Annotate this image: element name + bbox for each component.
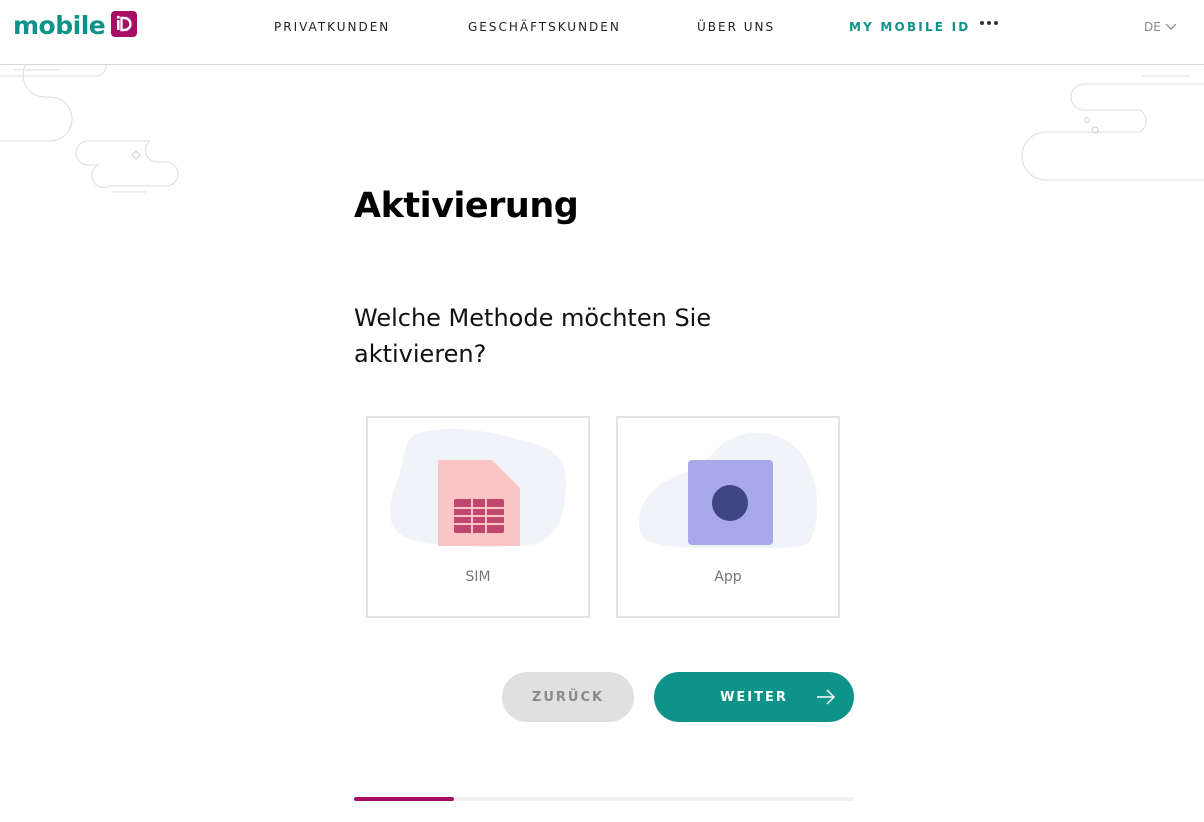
logo-text: mobile bbox=[13, 11, 106, 40]
language-selector[interactable]: DE bbox=[1144, 20, 1177, 34]
back-button[interactable]: ZURÜCK bbox=[502, 672, 634, 722]
chevron-down-icon bbox=[1165, 23, 1177, 30]
sim-card-icon bbox=[389, 428, 567, 547]
top-header: mobile PRIVATKUNDEN GESCHÄFTSKUNDEN ÜBER… bbox=[0, 0, 1204, 65]
nav-geschaeftskunden[interactable]: GESCHÄFTSKUNDEN bbox=[468, 20, 621, 34]
option-sim-label: SIM bbox=[465, 569, 491, 585]
app-icon bbox=[638, 432, 818, 549]
next-button-label: WEITER bbox=[720, 689, 788, 705]
arrow-right-icon bbox=[817, 689, 836, 705]
decorative-cloud-left bbox=[0, 64, 179, 193]
nav-privatkunden[interactable]: PRIVATKUNDEN bbox=[274, 20, 390, 34]
page-title: Aktivierung bbox=[354, 186, 579, 226]
decorative-cloud-right bbox=[1021, 75, 1204, 181]
back-button-label: ZURÜCK bbox=[531, 689, 605, 705]
progress-bar bbox=[354, 797, 854, 801]
nav-my-mobile-id[interactable]: MY MOBILE ID bbox=[849, 20, 970, 34]
option-app-card[interactable]: App bbox=[616, 416, 840, 618]
option-sim-card[interactable]: SIM bbox=[366, 416, 590, 618]
option-app-label: App bbox=[714, 569, 742, 585]
more-dots-icon[interactable] bbox=[980, 21, 998, 25]
next-button[interactable]: WEITER bbox=[654, 672, 854, 722]
id-badge-icon bbox=[111, 11, 138, 37]
mobile-id-logo[interactable]: mobile bbox=[13, 10, 138, 42]
nav-ueber-uns[interactable]: ÜBER UNS bbox=[697, 20, 775, 34]
language-label: DE bbox=[1144, 20, 1161, 34]
question-text: Welche Methode möchten Sie aktivieren? bbox=[354, 304, 712, 368]
progress-bar-fill bbox=[354, 797, 454, 801]
